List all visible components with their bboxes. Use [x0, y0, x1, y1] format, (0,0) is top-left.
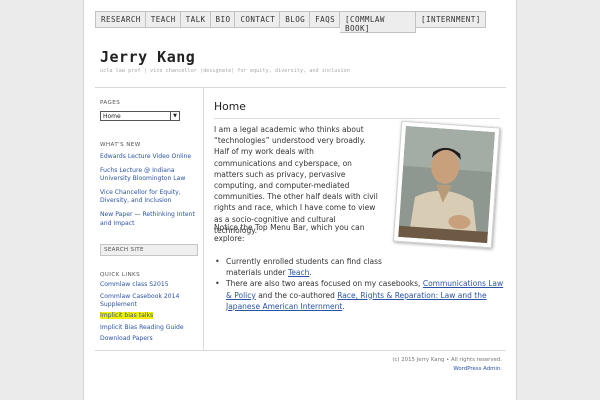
- pages-dropdown[interactable]: Home ▼: [100, 111, 180, 121]
- quick-link-label: Implicit bias talks: [100, 312, 154, 320]
- footer-divider: [95, 350, 506, 351]
- tab-blog[interactable]: BLOG: [280, 11, 311, 28]
- tab-commlaw-book[interactable]: [COMMLAW BOOK]: [340, 11, 417, 33]
- quick-link[interactable]: Implicit Bias Reading Guide: [100, 324, 200, 332]
- quick-link-label: Commlaw class S2015: [100, 281, 169, 289]
- tab-bio[interactable]: BIO: [210, 11, 236, 28]
- whats-new-heading: What's new: [100, 142, 141, 148]
- bullet-text: and the co-authored: [255, 290, 338, 300]
- news-link[interactable]: Vice Chancellor for Equity, Diversity, a…: [100, 189, 200, 206]
- portrait-photo: [392, 120, 501, 249]
- quick-link-highlighted[interactable]: Implicit bias talks: [100, 312, 200, 320]
- sidebar: Pages Home ▼ What's new Edwards Lecture …: [100, 100, 200, 344]
- list-item: There are also two areas focused on my c…: [214, 278, 504, 312]
- tab-contact[interactable]: CONTACT: [235, 11, 281, 28]
- tab-talk[interactable]: TALK: [180, 11, 211, 28]
- page-title: Home: [214, 100, 246, 113]
- news-link[interactable]: New Paper — Rethinking Intent and Impact: [100, 211, 200, 228]
- main-content: Home I am a legal academic who thinks ab…: [214, 100, 504, 311]
- header-divider: [95, 87, 506, 88]
- bullet-text: .: [309, 268, 312, 278]
- news-link[interactable]: Edwards Lecture Video Online: [100, 153, 200, 162]
- site-wrapper: RESEARCH TEACH TALK BIO CONTACT BLOG FAQ…: [95, 0, 506, 400]
- news-link[interactable]: Fuchs Lecture @ Indiana University Bloom…: [100, 167, 200, 184]
- tab-teach[interactable]: TEACH: [145, 11, 181, 28]
- tab-research[interactable]: RESEARCH: [95, 11, 146, 28]
- teach-link[interactable]: Teach: [288, 268, 309, 277]
- portrait-illustration: [398, 126, 495, 243]
- column-divider: [203, 88, 204, 350]
- quick-link-label: Download Papers: [100, 335, 153, 343]
- quick-link[interactable]: Commlaw class S2015: [100, 281, 200, 289]
- tab-faqs[interactable]: FAQS: [310, 11, 341, 28]
- chevron-down-icon[interactable]: ▼: [170, 112, 179, 120]
- site-title[interactable]: Jerry Kang: [100, 48, 195, 66]
- title-divider: [214, 118, 500, 119]
- intro-paragraph: I am a legal academic who thinks about “…: [214, 125, 378, 235]
- quick-link-label: Commlaw Casebook 2014 Supplement: [100, 292, 180, 308]
- site-tagline: ucla law prof | vice chancellor (designa…: [100, 68, 350, 74]
- quick-link[interactable]: Commlaw Casebook 2014 Supplement: [100, 293, 200, 310]
- quick-links-heading: Quick links: [100, 272, 141, 279]
- pages-dropdown-value: Home: [103, 112, 121, 120]
- explore-paragraph: Notice the Top Menu Bar, which you can e…: [214, 223, 365, 244]
- search-input[interactable]: SEARCH SITE: [100, 244, 198, 257]
- top-menu-bar: RESEARCH TEACH TALK BIO CONTACT BLOG FAQ…: [95, 11, 486, 33]
- footer-copyright: (c) 2015 Jerry Kang • All rights reserve…: [392, 357, 502, 363]
- quick-link[interactable]: Download Papers: [100, 335, 200, 343]
- list-item: Currently enrolled students can find cla…: [214, 256, 384, 278]
- tab-internment[interactable]: [INTERNMENT]: [416, 11, 486, 28]
- bullet-list: Currently enrolled students can find cla…: [214, 256, 504, 312]
- wordpress-admin-link[interactable]: WordPress Admin.: [453, 366, 502, 372]
- pages-heading: Pages: [100, 100, 121, 106]
- portrait-image: [398, 126, 495, 243]
- quick-link-label: Implicit Bias Reading Guide: [100, 323, 184, 331]
- bullet-text: .: [342, 301, 345, 311]
- bullet-text: There are also two areas focused on my c…: [226, 279, 423, 289]
